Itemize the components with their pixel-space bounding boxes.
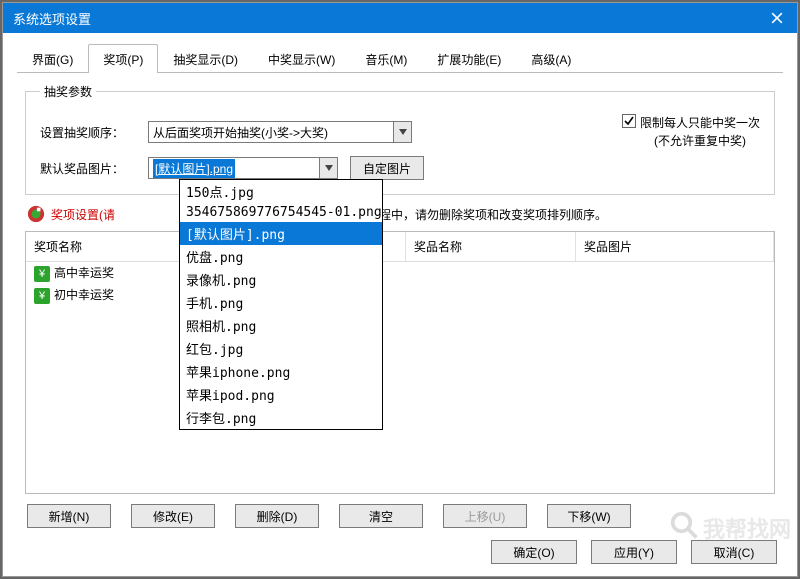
apply-button[interactable]: 应用(Y) xyxy=(591,540,677,564)
col-prize-item[interactable]: 奖品名称 xyxy=(406,232,576,261)
table-row[interactable]: ¥初中幸运奖 xyxy=(26,284,774,306)
tab-draw-display[interactable]: 抽奖显示(D) xyxy=(158,44,253,73)
order-select-value: 从后面奖项开始抽奖(小奖->大奖) xyxy=(153,124,328,141)
chevron-down-icon xyxy=(319,158,337,178)
image-dropdown-list[interactable]: 150点.jpg354675869776754545-01.png[默认图片].… xyxy=(179,179,383,430)
clear-button[interactable]: 清空 xyxy=(339,504,423,528)
chevron-down-icon xyxy=(393,122,411,142)
dropdown-item[interactable]: 354675869776754545-01.png xyxy=(180,203,382,222)
tab-prize[interactable]: 奖项(P) xyxy=(88,44,158,73)
dropdown-item[interactable]: 行李包.png xyxy=(180,406,382,429)
limit-checkbox[interactable] xyxy=(622,114,636,128)
dropdown-item[interactable]: 照相机.png xyxy=(180,314,382,337)
delete-button[interactable]: 删除(D) xyxy=(235,504,319,528)
close-button[interactable] xyxy=(757,3,797,33)
order-label: 设置抽奖顺序： xyxy=(40,124,148,141)
custom-image-button[interactable]: 自定图片 xyxy=(350,156,424,180)
dropdown-item[interactable]: [默认图片].png xyxy=(180,222,382,245)
col-prize-img[interactable]: 奖品图片 xyxy=(576,232,774,261)
cancel-button[interactable]: 取消(C) xyxy=(691,540,777,564)
default-image-combobox[interactable]: [默认图片].png xyxy=(148,157,338,179)
tab-music[interactable]: 音乐(M) xyxy=(350,44,422,73)
order-select[interactable]: 从后面奖项开始抽奖(小奖->大奖) xyxy=(148,121,412,143)
move-up-button[interactable]: 上移(U) xyxy=(443,504,527,528)
draw-params-legend: 抽奖参数 xyxy=(40,83,96,100)
tab-bar: 界面(G) 奖项(P) 抽奖显示(D) 中奖显示(W) 音乐(M) 扩展功能(E… xyxy=(17,43,783,73)
window-title: 系统选项设置 xyxy=(13,9,91,28)
prize-list[interactable]: 奖项名称 次抽取 奖品名称 奖品图片 ¥高中幸运奖¥初中幸运奖 xyxy=(25,231,775,494)
limit-sublabel: (不允许重复中奖) xyxy=(640,134,746,148)
default-image-value: [默认图片].png xyxy=(153,159,235,178)
dropdown-item[interactable]: 红包.jpg xyxy=(180,337,382,360)
dropdown-item[interactable]: 苹果iphone.png xyxy=(180,360,382,383)
limit-label: 限制每人只能中奖一次 xyxy=(640,116,760,130)
edit-button[interactable]: 修改(E) xyxy=(131,504,215,528)
tab-win-display[interactable]: 中奖显示(W) xyxy=(253,44,350,73)
draw-params-group: 抽奖参数 设置抽奖顺序： 从后面奖项开始抽奖(小奖->大奖) xyxy=(25,83,775,195)
default-image-label: 默认奖品图片： xyxy=(40,160,148,177)
dropdown-item[interactable]: 150点.jpg xyxy=(180,180,382,203)
table-row[interactable]: ¥高中幸运奖 xyxy=(26,262,774,284)
ok-button[interactable]: 确定(O) xyxy=(491,540,577,564)
tab-advanced[interactable]: 高级(A) xyxy=(516,44,586,73)
move-down-button[interactable]: 下移(W) xyxy=(547,504,631,528)
dropdown-item[interactable]: 苹果ipod.png xyxy=(180,383,382,406)
dropdown-item[interactable]: 手机.png xyxy=(180,291,382,314)
dropdown-item[interactable]: 录像机.png xyxy=(180,268,382,291)
tab-interface[interactable]: 界面(G) xyxy=(17,44,88,73)
dropdown-item[interactable]: 优盘.png xyxy=(180,245,382,268)
warning-icon xyxy=(27,205,45,223)
prize-settings-label: 奖项设置(请 xyxy=(51,206,115,223)
tab-ext[interactable]: 扩展功能(E) xyxy=(422,44,516,73)
add-button[interactable]: 新增(N) xyxy=(27,504,111,528)
